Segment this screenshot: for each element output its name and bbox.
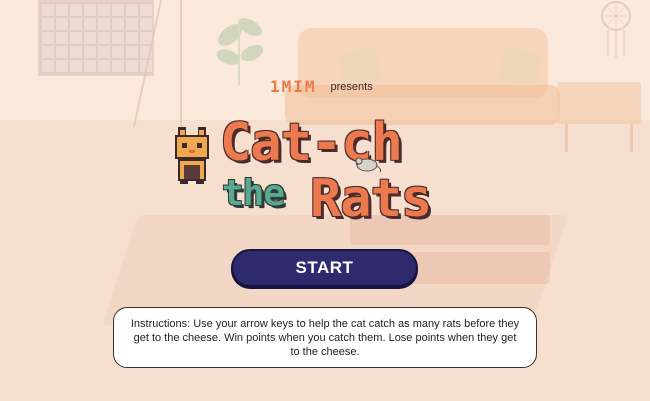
presents-line: 1MIM presents <box>270 77 373 96</box>
background-dreamcatcher <box>601 1 631 58</box>
background-side-table <box>557 82 641 152</box>
instructions-box: Instructions: Use your arrow keys to hel… <box>113 307 537 368</box>
title-word-the: the <box>222 173 285 214</box>
game-scene: 1MIM presents Cat-ch the Rats START Inst… <box>0 0 650 401</box>
title-line-rats: Rats <box>310 169 432 229</box>
background-lamp-stand <box>180 0 182 130</box>
cat-icon <box>175 127 209 184</box>
brand-logo: 1MIM <box>270 77 317 96</box>
background-cushion <box>497 46 543 88</box>
presents-label: presents <box>330 80 373 93</box>
start-button[interactable]: START <box>231 249 418 287</box>
game-title: Cat-ch the Rats <box>170 113 480 229</box>
background-plant <box>216 18 264 85</box>
background-window <box>38 0 154 76</box>
